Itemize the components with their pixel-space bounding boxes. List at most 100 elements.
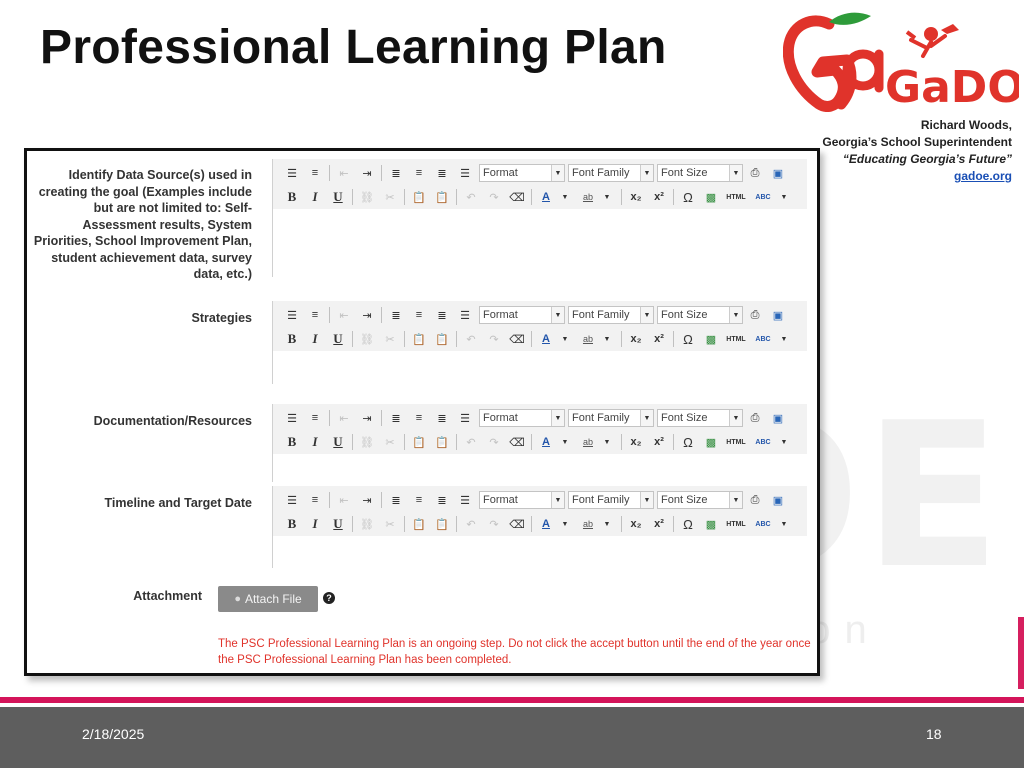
- font-size-select[interactable]: Font Size ▼: [657, 491, 743, 509]
- html-source-button[interactable]: HTML: [725, 330, 747, 348]
- indent-icon[interactable]: ⇥: [358, 491, 376, 509]
- bullet-list-icon[interactable]: ☰: [283, 306, 301, 324]
- indent-icon[interactable]: ⇥: [358, 409, 376, 427]
- underline-button[interactable]: U: [329, 188, 347, 206]
- superscript-icon[interactable]: x²: [650, 515, 668, 533]
- highlight-icon[interactable]: ab: [579, 433, 597, 451]
- align-justify-icon[interactable]: ☰: [456, 306, 474, 324]
- outdent-icon[interactable]: ⇤: [335, 491, 353, 509]
- outdent-icon[interactable]: ⇤: [335, 306, 353, 324]
- paste-icon[interactable]: 📋: [410, 515, 428, 533]
- website-link[interactable]: gadoe.org: [822, 168, 1012, 185]
- font-family-select[interactable]: Font Family ▼: [568, 491, 654, 509]
- paste-icon[interactable]: 📋: [410, 188, 428, 206]
- highlight-chevron-icon[interactable]: ▼: [598, 515, 616, 533]
- underline-button[interactable]: U: [329, 330, 347, 348]
- format-select[interactable]: Format ▼: [479, 491, 565, 509]
- indent-icon[interactable]: ⇥: [358, 306, 376, 324]
- eraser-icon[interactable]: ⌫: [508, 188, 526, 206]
- paste-word-icon[interactable]: 📋: [433, 433, 451, 451]
- html-source-button[interactable]: HTML: [725, 188, 747, 206]
- italic-button[interactable]: I: [306, 330, 324, 348]
- paste-icon[interactable]: 📋: [410, 433, 428, 451]
- print-icon[interactable]: ⎙: [746, 164, 764, 182]
- highlight-icon[interactable]: ab: [579, 188, 597, 206]
- underline-button[interactable]: U: [329, 515, 347, 533]
- subscript-icon[interactable]: x₂: [627, 433, 645, 451]
- font-size-select[interactable]: Font Size ▼: [657, 164, 743, 182]
- editor-text-area[interactable]: [273, 454, 807, 482]
- format-select[interactable]: Format ▼: [479, 306, 565, 324]
- link-icon[interactable]: ⛓: [358, 433, 376, 451]
- highlight-icon[interactable]: ab: [579, 515, 597, 533]
- paste-word-icon[interactable]: 📋: [433, 188, 451, 206]
- bullet-list-icon[interactable]: ☰: [283, 409, 301, 427]
- font-family-select[interactable]: Font Family ▼: [568, 306, 654, 324]
- underline-button[interactable]: U: [329, 433, 347, 451]
- align-right-icon[interactable]: ≣: [433, 491, 451, 509]
- editor-text-area[interactable]: [273, 536, 807, 568]
- align-justify-icon[interactable]: ☰: [456, 164, 474, 182]
- numbered-list-icon[interactable]: ≡: [306, 306, 324, 324]
- bullet-list-icon[interactable]: ☰: [283, 164, 301, 182]
- insert-image-icon[interactable]: ▩: [702, 515, 720, 533]
- indent-icon[interactable]: ⇥: [358, 164, 376, 182]
- unlink-icon[interactable]: ✂: [381, 330, 399, 348]
- link-icon[interactable]: ⛓: [358, 188, 376, 206]
- unlink-icon[interactable]: ✂: [381, 433, 399, 451]
- align-left-icon[interactable]: ≣: [387, 164, 405, 182]
- superscript-icon[interactable]: x²: [650, 188, 668, 206]
- italic-button[interactable]: I: [306, 188, 324, 206]
- special-char-icon[interactable]: Ω: [679, 188, 697, 206]
- subscript-icon[interactable]: x₂: [627, 188, 645, 206]
- eraser-icon[interactable]: ⌫: [508, 330, 526, 348]
- attach-file-button[interactable]: ● Attach File: [218, 586, 318, 612]
- spellcheck-button[interactable]: ABC: [752, 188, 774, 206]
- font-family-select[interactable]: Font Family ▼: [568, 164, 654, 182]
- unlink-icon[interactable]: ✂: [381, 515, 399, 533]
- spellcheck-chevron-icon[interactable]: ▼: [775, 433, 793, 451]
- insert-image-icon[interactable]: ▩: [702, 188, 720, 206]
- eraser-icon[interactable]: ⌫: [508, 433, 526, 451]
- bold-button[interactable]: B: [283, 433, 301, 451]
- align-justify-icon[interactable]: ☰: [456, 491, 474, 509]
- special-char-icon[interactable]: Ω: [679, 330, 697, 348]
- numbered-list-icon[interactable]: ≡: [306, 164, 324, 182]
- fullscreen-icon[interactable]: ▣: [769, 491, 787, 509]
- paste-icon[interactable]: 📋: [410, 330, 428, 348]
- special-char-icon[interactable]: Ω: [679, 515, 697, 533]
- bold-button[interactable]: B: [283, 330, 301, 348]
- align-right-icon[interactable]: ≣: [433, 164, 451, 182]
- format-select[interactable]: Format ▼: [479, 409, 565, 427]
- print-icon[interactable]: ⎙: [746, 491, 764, 509]
- numbered-list-icon[interactable]: ≡: [306, 491, 324, 509]
- superscript-icon[interactable]: x²: [650, 330, 668, 348]
- outdent-icon[interactable]: ⇤: [335, 164, 353, 182]
- undo-icon[interactable]: ↶: [462, 188, 480, 206]
- spellcheck-button[interactable]: ABC: [752, 433, 774, 451]
- align-center-icon[interactable]: ≡: [410, 491, 428, 509]
- font-family-select[interactable]: Font Family ▼: [568, 409, 654, 427]
- spellcheck-button[interactable]: ABC: [752, 330, 774, 348]
- special-char-icon[interactable]: Ω: [679, 433, 697, 451]
- font-size-select[interactable]: Font Size ▼: [657, 409, 743, 427]
- superscript-icon[interactable]: x²: [650, 433, 668, 451]
- bold-button[interactable]: B: [283, 188, 301, 206]
- editor-text-area[interactable]: [273, 209, 807, 277]
- print-icon[interactable]: ⎙: [746, 306, 764, 324]
- editor-text-area[interactable]: [273, 351, 807, 384]
- link-icon[interactable]: ⛓: [358, 515, 376, 533]
- font-color-chevron-icon[interactable]: ▼: [556, 433, 574, 451]
- align-justify-icon[interactable]: ☰: [456, 409, 474, 427]
- paste-word-icon[interactable]: 📋: [433, 515, 451, 533]
- fullscreen-icon[interactable]: ▣: [769, 409, 787, 427]
- redo-icon[interactable]: ↷: [485, 330, 503, 348]
- spellcheck-chevron-icon[interactable]: ▼: [775, 330, 793, 348]
- font-color-chevron-icon[interactable]: ▼: [556, 515, 574, 533]
- unlink-icon[interactable]: ✂: [381, 188, 399, 206]
- outdent-icon[interactable]: ⇤: [335, 409, 353, 427]
- highlight-chevron-icon[interactable]: ▼: [598, 330, 616, 348]
- numbered-list-icon[interactable]: ≡: [306, 409, 324, 427]
- font-color-icon[interactable]: A: [537, 188, 555, 206]
- font-color-chevron-icon[interactable]: ▼: [556, 330, 574, 348]
